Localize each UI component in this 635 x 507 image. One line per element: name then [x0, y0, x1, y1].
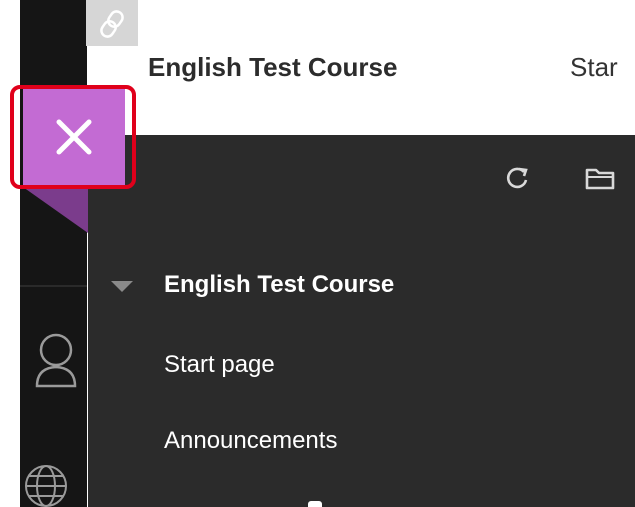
menu-item-course-root[interactable]: English Test Course: [164, 271, 394, 299]
global-nav-bar: [20, 0, 87, 507]
highlight-outline: [10, 85, 136, 189]
nav-divider: [20, 285, 87, 287]
course-menu-panel: English Test Course Start page Announcem…: [88, 135, 635, 507]
user-icon[interactable]: [32, 330, 80, 390]
menu-item-announcements[interactable]: Announcements: [164, 427, 337, 455]
folder-icon[interactable]: [584, 163, 616, 193]
link-badge[interactable]: [86, 0, 138, 46]
refresh-icon[interactable]: [502, 163, 532, 193]
globe-icon[interactable]: [22, 458, 70, 507]
tab-start-page[interactable]: Star: [570, 52, 618, 83]
close-button-fold: [23, 187, 88, 233]
course-title: English Test Course: [148, 52, 398, 82]
menu-item-partial: [308, 501, 322, 507]
triangle-down-icon[interactable]: [110, 278, 134, 294]
menu-item-start-page[interactable]: Start page: [164, 351, 275, 379]
